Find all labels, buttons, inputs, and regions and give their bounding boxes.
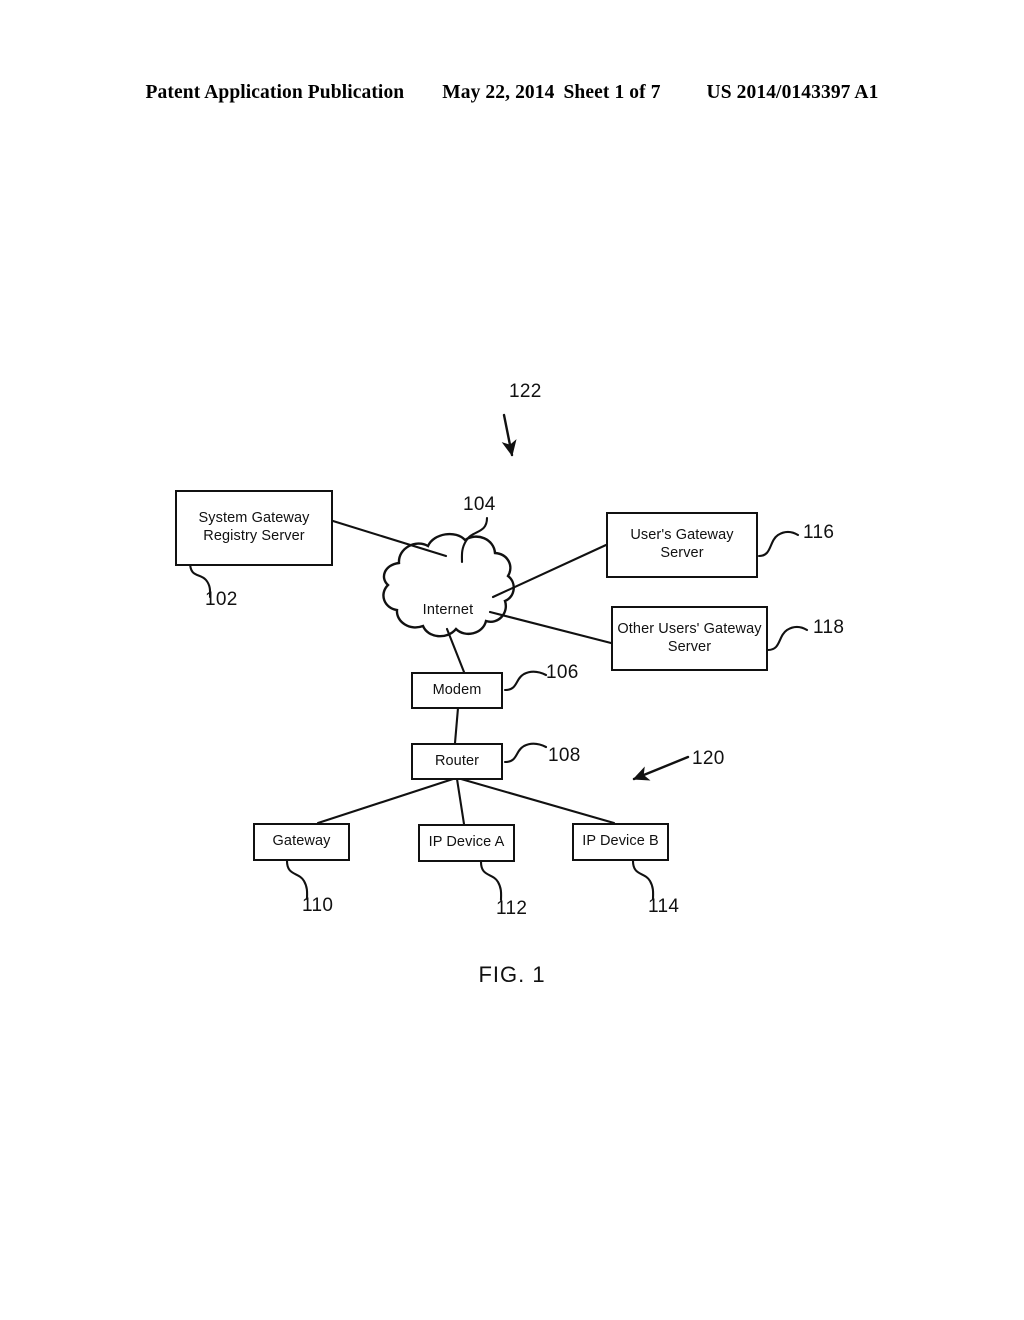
internet-cloud-shape <box>382 532 515 638</box>
link-internet-to-other-users-gateway <box>488 610 613 645</box>
leader-118 <box>766 625 809 652</box>
node-label-router: Router <box>434 752 480 769</box>
node-label-modem: Modem <box>432 681 482 698</box>
node-label-ip-device-a: IP Device A <box>428 834 505 851</box>
link-router-to-gateway <box>316 777 455 825</box>
leader-114 <box>631 859 655 901</box>
node-users-gateway-server[interactable]: User's Gateway Server <box>606 512 758 578</box>
ref-number-118: 118 <box>813 617 845 638</box>
figure-1-diagram: System Gateway Registry Server Internet … <box>0 0 1024 1320</box>
node-label-internet: Internet <box>422 602 474 618</box>
node-ip-device-a[interactable]: IP Device A <box>418 824 515 862</box>
ref-number-122: 122 <box>509 381 542 402</box>
link-modem-to-router <box>453 706 460 745</box>
node-label-other-users-gateway-server: Other Users' Gateway Server <box>617 620 762 655</box>
ref-number-110: 110 <box>302 895 334 916</box>
ref-number-108: 108 <box>548 745 581 766</box>
leader-112 <box>479 860 503 902</box>
pointer-arrow-122 <box>501 413 517 457</box>
ref-number-120: 120 <box>692 748 725 769</box>
ref-number-102: 102 <box>205 589 238 610</box>
ref-number-106: 106 <box>546 662 579 683</box>
diagram-vector-layer <box>188 413 809 902</box>
ref-number-112: 112 <box>496 898 528 919</box>
node-label-ip-device-b: IP Device B <box>582 833 659 850</box>
node-system-gateway-registry-server[interactable]: System Gateway Registry Server <box>175 490 333 566</box>
node-label-system-gateway-registry-server: System Gateway Registry Server <box>198 510 310 544</box>
node-label-users-gateway-server: User's Gateway Server <box>630 527 734 561</box>
link-router-to-ip-device-a <box>455 777 466 826</box>
node-label-gateway: Gateway <box>272 833 331 850</box>
node-router[interactable]: Router <box>411 743 503 780</box>
leader-110 <box>285 859 309 901</box>
link-router-to-ip-device-b <box>459 777 616 825</box>
ref-number-114: 114 <box>648 896 680 917</box>
leader-106 <box>503 670 548 692</box>
link-internet-to-modem <box>445 627 466 674</box>
node-modem[interactable]: Modem <box>411 672 503 709</box>
leader-108 <box>503 742 548 764</box>
figure-caption: FIG. 1 <box>478 962 546 987</box>
pointer-arrow-120 <box>632 755 690 781</box>
ref-number-116: 116 <box>803 522 835 543</box>
leader-116 <box>757 530 800 558</box>
node-gateway[interactable]: Gateway <box>253 823 350 861</box>
ref-number-104: 104 <box>463 494 496 515</box>
node-ip-device-b[interactable]: IP Device B <box>572 823 669 861</box>
link-registry-to-internet <box>331 519 448 558</box>
node-other-users-gateway-server[interactable]: Other Users' Gateway Server <box>611 606 768 671</box>
